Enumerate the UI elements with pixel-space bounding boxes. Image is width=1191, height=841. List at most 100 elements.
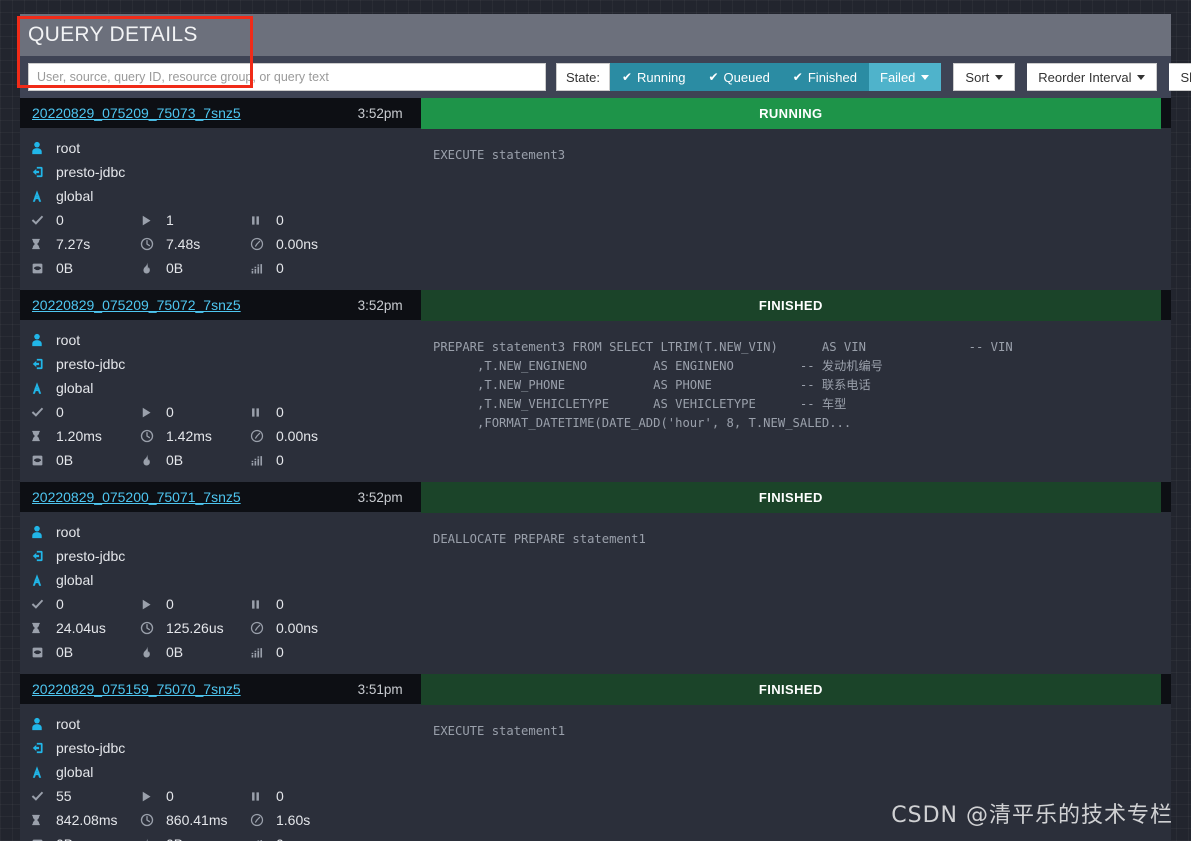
state-filter-running-button[interactable]: ✔ Running — [609, 63, 698, 91]
query-timing-row: 842.08ms 860.41ms 1.60s — [30, 808, 428, 832]
query-id-link[interactable]: 20220829_075159_75070_7snz5 — [20, 681, 241, 697]
running-splits-value: 0 — [166, 404, 174, 420]
query-resource-group: global — [30, 376, 428, 400]
play-icon — [140, 598, 166, 611]
chevron-down-icon — [1137, 74, 1146, 80]
query-status-badge: FINISHED — [420, 289, 1161, 321]
state-filter-finished-button[interactable]: ✔ Finished — [781, 63, 869, 91]
query-user-value: root — [56, 140, 81, 156]
fire-icon — [140, 261, 166, 275]
query-timing-row: 24.04us 125.26us 0.00ns — [30, 616, 428, 640]
query-metadata: root presto-jdbc global 0 0 0 1.20ms 1.42ms 0.00… — [20, 320, 428, 482]
query-timing-row: 7.27s 7.48s 0.00ns — [30, 232, 428, 256]
presto-query-page: QUERY DETAILS State: ✔ Running ✔ Queued ✔ Fin… — [0, 0, 1191, 841]
query-id-link[interactable]: 20220829_075209_75073_7snz5 — [20, 105, 241, 121]
filter-toolbar: State: ✔ Running ✔ Queued ✔ Finished Failed So… — [20, 56, 1191, 98]
query-status-badge: FINISHED — [420, 481, 1161, 513]
play-icon — [140, 406, 166, 419]
query-id-link[interactable]: 20220829_075209_75072_7snz5 — [20, 297, 241, 313]
current-memory: 0B — [30, 836, 140, 841]
query-splits-row: 0 1 0 — [30, 208, 428, 232]
total-time: 860.41ms — [140, 812, 250, 828]
wall-time-value: 7.27s — [56, 236, 91, 252]
query-memory-row: 0B 0B 0 — [30, 256, 428, 280]
signal-icon — [250, 454, 276, 467]
speedometer-icon — [250, 621, 276, 635]
query-metadata: root presto-jdbc global 0 0 0 24.04us 125.26us 0… — [20, 512, 428, 674]
running-splits: 0 — [140, 404, 250, 420]
search-input[interactable] — [28, 63, 546, 91]
query-row-header: 20220829_075209_75072_7snz5 3:52pm FINISHE… — [20, 289, 1171, 321]
cpu-time-value: 0.00ns — [276, 236, 319, 252]
queued-splits-value: 0 — [276, 596, 284, 612]
query-sql-panel: EXECUTE statement1 — [428, 704, 1171, 841]
query-row-header: 20220829_075209_75073_7snz5 3:52pm RUNNING — [20, 97, 1171, 129]
running-splits: 1 — [140, 212, 250, 228]
query-row: 20220829_075159_75070_7snz5 3:51pm FINISHE… — [20, 673, 1171, 841]
current-memory: 0B — [30, 260, 140, 276]
fire-icon — [140, 645, 166, 659]
hourglass-icon — [30, 429, 56, 443]
completed-splits: 0 — [30, 596, 140, 612]
peak-memory: 0B — [140, 260, 250, 276]
completed-splits-value: 0 — [56, 596, 64, 612]
cpu-time: 0.00ns — [250, 236, 360, 252]
current-memory-value: 0B — [56, 260, 74, 276]
clock-icon — [140, 237, 166, 251]
wall-time-value: 24.04us — [56, 620, 106, 636]
query-row-header: 20220829_075159_75070_7snz5 3:51pm FINISHE… — [20, 673, 1171, 705]
total-time: 125.26us — [140, 620, 250, 636]
completed-splits: 0 — [30, 212, 140, 228]
query-resource-group: global — [30, 760, 428, 784]
total-time-value: 1.42ms — [166, 428, 212, 444]
query-source: presto-jdbc — [30, 544, 428, 568]
show-dropdown[interactable]: Show — [1169, 63, 1191, 91]
query-row: 20220829_075209_75072_7snz5 3:52pm FINISHE… — [20, 289, 1171, 482]
source-icon — [30, 741, 56, 755]
wall-time-value: 842.08ms — [56, 812, 118, 828]
dropdown-label: Reorder Interval — [1038, 69, 1132, 85]
search-wrapper — [28, 63, 546, 91]
fire-icon — [140, 837, 166, 841]
signal-icon — [250, 838, 276, 841]
query-user-value: root — [56, 716, 81, 732]
row-count-value: 0 — [276, 260, 284, 276]
row-count: 0 — [250, 452, 360, 468]
query-memory-row: 0B 0B 0 — [30, 832, 428, 841]
peak-memory-value: 0B — [166, 260, 184, 276]
query-resource-group: global — [30, 568, 428, 592]
query-splits-row: 0 0 0 — [30, 400, 428, 424]
sort-dropdown[interactable]: Sort — [953, 63, 1016, 91]
completed-splits-value: 55 — [56, 788, 72, 804]
play-icon — [140, 790, 166, 803]
query-row-header: 20220829_075200_75071_7snz5 3:52pm FINISHE… — [20, 481, 1171, 513]
check-icon — [30, 406, 56, 419]
page-header: QUERY DETAILS — [20, 14, 1171, 56]
current-memory-value: 0B — [56, 836, 73, 841]
queued-splits: 0 — [250, 212, 360, 228]
group-icon — [30, 189, 56, 203]
dropdown-label: Show — [1180, 69, 1191, 85]
query-source-value: presto-jdbc — [56, 548, 126, 564]
query-row: 20220829_075209_75073_7snz5 3:52pm RUNNING… — [20, 97, 1171, 290]
user-icon — [30, 333, 56, 347]
state-filter-label: Queued — [723, 69, 770, 85]
source-icon — [30, 357, 56, 371]
query-resource-group-value: global — [56, 764, 94, 780]
cpu-time: 1.60s — [250, 812, 360, 828]
pause-icon — [250, 790, 276, 803]
query-row-body: root presto-jdbc global 0 0 0 1.20ms 1.42ms 0.00… — [20, 320, 1171, 482]
reorder-interval-dropdown[interactable]: Reorder Interval — [1027, 63, 1158, 91]
query-splits-row: 0 0 0 — [30, 592, 428, 616]
query-id-link[interactable]: 20220829_075200_75071_7snz5 — [20, 489, 241, 505]
query-sql-text: PREPARE statement3 FROM SELECT LTRIM(T.N… — [433, 340, 1013, 430]
state-filter-queued-button[interactable]: ✔ Queued — [697, 63, 782, 91]
completed-splits-value: 0 — [56, 212, 64, 228]
query-status-badge: RUNNING — [420, 97, 1161, 129]
query-sql-text: DEALLOCATE PREPARE statement1 — [433, 532, 646, 546]
query-metadata: root presto-jdbc global 55 0 0 842.08ms 860.41m… — [20, 704, 428, 841]
row-count-value: 0 — [276, 452, 284, 468]
state-filter-group: State: ✔ Running ✔ Queued ✔ Finished Failed — [556, 63, 942, 91]
query-list: 20220829_075209_75073_7snz5 3:52pm RUNNING… — [20, 97, 1171, 841]
state-filter-failed-button[interactable]: Failed — [869, 63, 942, 91]
